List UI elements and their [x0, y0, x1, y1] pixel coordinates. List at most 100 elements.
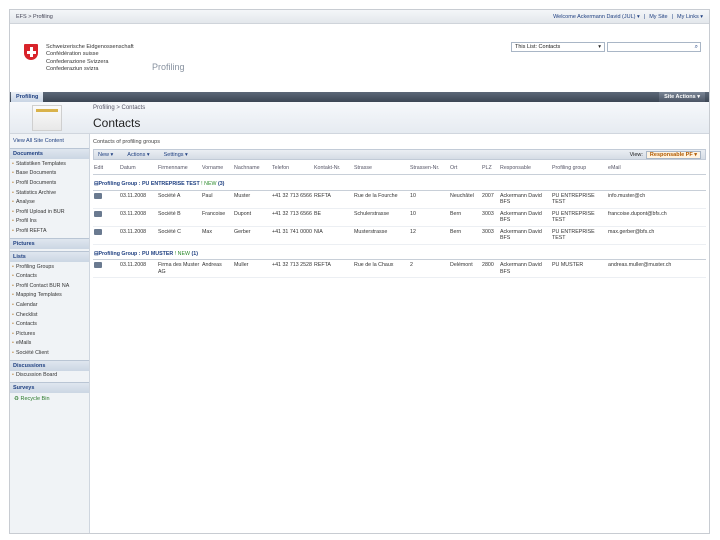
table-cell: +41 32 713 2528	[272, 262, 312, 268]
column-header[interactable]: Edit	[93, 162, 119, 175]
table-cell[interactable]: max.gerber@bfs.ch	[607, 226, 706, 244]
nav-item[interactable]: Profiling Groups	[10, 262, 89, 272]
site-title[interactable]: Profiling	[152, 62, 185, 72]
nav-item[interactable]: Mapping Templates	[10, 291, 89, 301]
edit-icon[interactable]	[94, 210, 102, 217]
welcome-menu[interactable]: Welcome Ackermann David (JUL) ▾	[553, 14, 640, 20]
table-cell[interactable]: francoise.dupont@bfs.ch	[607, 208, 706, 226]
column-header[interactable]: Ort	[449, 162, 481, 175]
column-header[interactable]: Responsable	[499, 162, 551, 175]
nav-item[interactable]: Statistiken Templates	[10, 159, 89, 169]
actions-menu[interactable]: Actions ▾	[127, 152, 149, 158]
breadcrumb[interactable]: Profiling > Contacts	[93, 105, 145, 111]
table-cell: REFTA	[314, 192, 331, 199]
view-select[interactable]: Responsable PF ▾	[645, 150, 701, 159]
table-cell: PU ENTREPRISE TEST	[552, 228, 595, 242]
table-cell[interactable]: Firma des Muster AG	[157, 260, 201, 278]
my-links-menu[interactable]: My Links ▾	[677, 14, 703, 20]
column-header[interactable]: Vorname	[201, 162, 233, 175]
top-navigation: Profiling Site Actions ▾	[10, 92, 709, 102]
nav-item[interactable]: Discussion Board	[10, 371, 89, 381]
nav-item[interactable]: Contacts	[10, 319, 89, 329]
search-scope-select[interactable]: This List: Contacts ▾	[511, 42, 605, 52]
recycle-bin-link[interactable]: ♻ Recycle Bin	[10, 393, 89, 405]
sharepoint-window: EFS > Profiling Welcome Ackermann David …	[9, 9, 710, 534]
table-cell: 10	[410, 210, 416, 217]
table-row[interactable]: 03.11.2008 Société B Francoise Dupont +41 32…	[93, 208, 706, 226]
table-cell: Max	[202, 228, 213, 235]
nav-item[interactable]: Statistics Archive	[10, 188, 89, 198]
group-row[interactable]: ⊟Profiling Group : PU ENTREPRISE TEST ! …	[93, 174, 706, 191]
table-cell: Schulerstrasse	[354, 210, 390, 217]
nav-item[interactable]: Profil Ins	[10, 217, 89, 227]
nav-item[interactable]: Contacts	[10, 271, 89, 281]
user-links: Welcome Ackermann David (JUL) ▾ | My Sit…	[553, 13, 703, 20]
edit-icon[interactable]	[94, 262, 102, 268]
table-row[interactable]: 03.11.2008 Société A Paul Muster +41 32 713 …	[93, 190, 706, 208]
new-menu[interactable]: New ▾	[98, 152, 113, 158]
my-site-link[interactable]: My Site	[649, 14, 667, 20]
table-cell: 03.11.2008	[120, 210, 147, 217]
settings-menu[interactable]: Settings ▾	[164, 152, 188, 158]
top-bar: EFS > Profiling Welcome Ackermann David …	[10, 10, 709, 24]
group-count: (3)	[217, 181, 225, 187]
site-actions-menu[interactable]: Site Actions ▾	[659, 92, 705, 102]
nav-item[interactable]: Analyse	[10, 197, 89, 207]
column-header[interactable]: Firmenname	[157, 162, 201, 175]
table-cell[interactable]: andreas.muller@muster.ch	[607, 260, 706, 278]
column-header[interactable]: Datum	[119, 162, 157, 175]
site-breadcrumb[interactable]: EFS > Profiling	[16, 14, 53, 20]
column-header[interactable]: Strasse	[353, 162, 409, 175]
nav-item[interactable]: Société Client	[10, 348, 89, 358]
table-cell: Musterstrasse	[354, 228, 388, 235]
table-cell[interactable]: Société A	[157, 190, 201, 208]
column-header[interactable]: Strassen-Nr.	[409, 162, 449, 175]
table-cell: REFTA	[314, 262, 331, 268]
column-header[interactable]: Nachname	[233, 162, 271, 175]
nav-head-surveys[interactable]: Surveys	[10, 382, 89, 394]
nav-item[interactable]: eMails	[10, 339, 89, 349]
table-cell: Muster	[234, 192, 251, 199]
table-cell: Rue de la Fourche	[354, 192, 398, 199]
search-input[interactable]: ⌕	[607, 42, 701, 52]
column-header[interactable]: Profiling group	[551, 162, 607, 175]
page-title-area: Profiling > Contacts Contacts	[10, 102, 709, 134]
list-description: Contacts of profiling groups	[93, 139, 160, 145]
column-header[interactable]: Telefon	[271, 162, 313, 175]
group-label: Profiling Group : PU MUSTER	[98, 250, 174, 257]
edit-icon[interactable]	[94, 192, 102, 199]
tab-profiling[interactable]: Profiling	[11, 92, 44, 102]
nav-head-discussions[interactable]: Discussions	[10, 359, 89, 371]
nav-item[interactable]: Profil Upload in BUR	[10, 207, 89, 217]
table-cell: 03.11.2008	[120, 262, 147, 268]
table-cell: Andreas	[202, 262, 222, 268]
nav-item[interactable]: Profil Documents	[10, 178, 89, 188]
nav-head-pictures[interactable]: Pictures	[10, 237, 89, 249]
nav-item[interactable]: Profil REFTA	[10, 226, 89, 236]
search-icon[interactable]: ⌕	[695, 44, 698, 51]
table-cell[interactable]: Société C	[157, 226, 201, 244]
nav-head-documents[interactable]: Documents	[10, 148, 89, 159]
table-cell: Delémont	[450, 262, 473, 268]
column-header[interactable]: PLZ	[481, 162, 499, 175]
group-row[interactable]: ⊟Profiling Group : PU MUSTER ! NEW (1)	[93, 244, 706, 260]
nav-item[interactable]: Pictures	[10, 329, 89, 339]
nav-item[interactable]: Base Documents	[10, 169, 89, 179]
new-badge: ! NEW	[201, 181, 217, 187]
table-cell[interactable]: info.muster@ch	[607, 190, 706, 208]
table-row[interactable]: 03.11.2008 Société C Max Gerber +41 31 741 0…	[93, 226, 706, 244]
site-header: Schweizerische Eidgenossenschaft Confédé…	[10, 24, 709, 92]
column-header[interactable]: Kontakt-Nr.	[313, 162, 353, 175]
table-cell[interactable]: Société B	[157, 208, 201, 226]
table-row[interactable]: 03.11.2008 Firma des Muster AG Andreas Mull…	[93, 260, 706, 278]
table-cell: Ackermann David BFS	[500, 210, 542, 224]
edit-icon[interactable]	[94, 228, 102, 235]
nav-item[interactable]: Profil Contact BUR NA	[10, 281, 89, 291]
table-cell: PU ENTREPRISE TEST	[552, 192, 595, 206]
table-cell: Muller	[234, 262, 249, 268]
view-all-content-link[interactable]: View All Site Content	[10, 136, 89, 146]
nav-item[interactable]: Calendar	[10, 300, 89, 310]
nav-item[interactable]: Checklist	[10, 310, 89, 320]
nav-head-lists[interactable]: Lists	[10, 250, 89, 262]
column-header[interactable]: eMail	[607, 162, 706, 175]
